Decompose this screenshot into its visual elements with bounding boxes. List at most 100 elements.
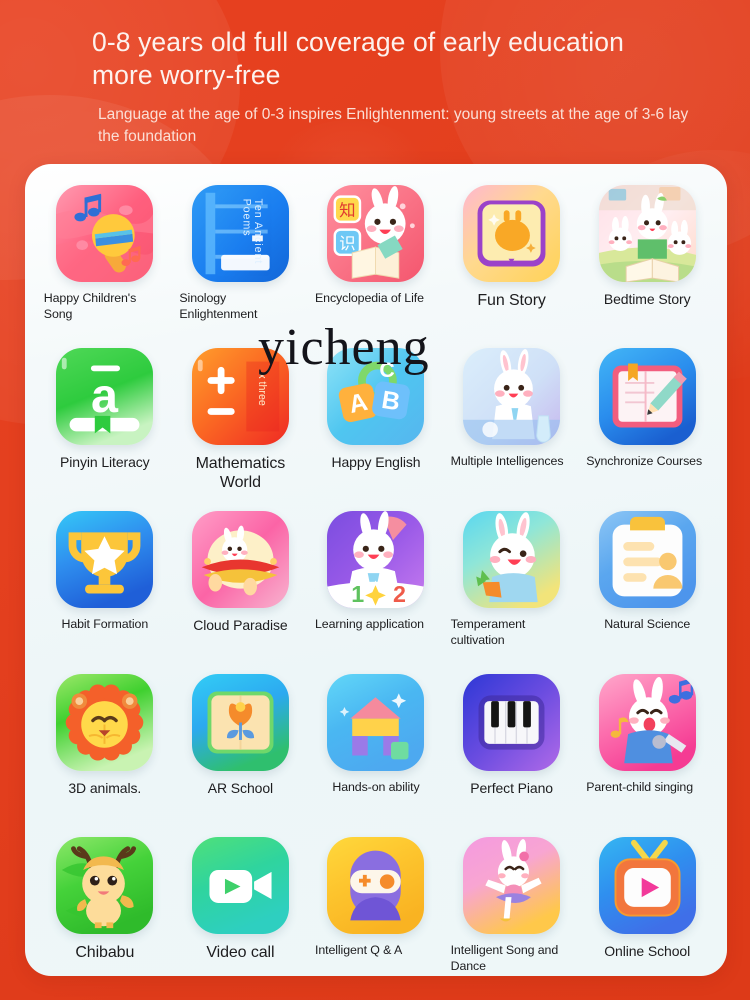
rabbit-scientist-icon[interactable] (463, 348, 561, 445)
app-label: Natural Science (604, 617, 691, 631)
svg-text:a: a (91, 369, 119, 423)
app-icon-wrap[interactable] (463, 185, 561, 282)
app-tile[interactable]: Fun Story (444, 178, 580, 341)
app-icon-wrap[interactable] (598, 185, 696, 282)
piano-keys-icon[interactable] (463, 674, 561, 771)
microphone-music-icon[interactable] (56, 185, 154, 282)
app-icon-wrap[interactable] (463, 511, 561, 608)
app-icon-wrap[interactable] (56, 511, 154, 608)
app-icon-wrap[interactable] (327, 674, 425, 771)
building-blocks-house-icon[interactable] (327, 674, 425, 771)
app-tile[interactable]: Perfect Piano (444, 667, 580, 830)
app-tile[interactable]: 知 识 Encyclopedia of Life (308, 178, 444, 341)
app-icon-wrap[interactable] (598, 674, 696, 771)
app-tile[interactable]: Intelligent Song and Dance (444, 830, 580, 993)
app-icon-wrap[interactable] (598, 511, 696, 608)
trophy-star-icon[interactable] (56, 511, 154, 608)
app-grid-card: Happy Children's Song Ten Ancient Poems S… (25, 164, 727, 976)
abc-blocks-icon[interactable]: A B C (327, 348, 425, 445)
app-icon-wrap[interactable] (463, 674, 561, 771)
app-tile[interactable]: 3D animals. (37, 667, 173, 830)
app-label: 3D animals. (68, 780, 142, 796)
app-grid: Happy Children's Song Ten Ancient Poems S… (37, 178, 715, 993)
rabbit-ballet-icon[interactable] (463, 837, 561, 934)
app-tile[interactable]: Temperament cultivation (444, 504, 580, 667)
app-icon-wrap[interactable]: 1 2 (327, 511, 425, 608)
app-tile[interactable]: Parent-child singing (579, 667, 715, 830)
app-tile[interactable]: Online School (579, 830, 715, 993)
pinyin-a-icon[interactable]: a (56, 348, 154, 445)
app-label: Bedtime Story (603, 291, 691, 307)
app-icon-wrap[interactable] (56, 185, 154, 282)
svg-text:C: C (380, 358, 395, 382)
rabbit-family-reading-icon[interactable] (598, 185, 696, 282)
app-label: Hands-on ability (332, 780, 420, 794)
svg-text:x three: x three (256, 373, 268, 406)
app-tile[interactable]: Bedtime Story (579, 178, 715, 341)
rabbit-singing-icon[interactable] (598, 674, 696, 771)
app-icon-wrap[interactable] (191, 511, 289, 608)
app-icon-wrap[interactable] (191, 674, 289, 771)
svg-text:1: 1 (352, 581, 365, 607)
app-label: Happy Children's Song (43, 291, 137, 321)
app-icon-wrap[interactable] (191, 837, 289, 934)
app-tile[interactable]: Natural Science (579, 504, 715, 667)
app-tile[interactable]: 1 2 Learning application (308, 504, 444, 667)
app-icon-wrap[interactable]: A B C (327, 348, 425, 445)
lion-face-icon[interactable] (56, 674, 154, 771)
clipboard-profile-icon[interactable] (598, 511, 696, 608)
app-icon-wrap[interactable] (56, 837, 154, 934)
app-icon-wrap[interactable]: a (56, 348, 154, 445)
app-tile[interactable]: x three Mathematics World (173, 341, 309, 504)
app-icon-wrap[interactable] (56, 674, 154, 771)
app-tile[interactable]: Hands-on ability (308, 667, 444, 830)
app-label: Parent-child singing (586, 780, 694, 794)
app-icon-wrap[interactable] (463, 348, 561, 445)
svg-text:Poems: Poems (240, 199, 252, 237)
app-icon-wrap[interactable]: 知 识 (327, 185, 425, 282)
rabbit-ufo-icon[interactable] (191, 511, 289, 608)
svg-text:知: 知 (340, 201, 356, 220)
deer-character-icon[interactable] (56, 837, 154, 934)
rabbit-carrot-icon[interactable] (463, 511, 561, 608)
app-label: AR School (207, 780, 274, 796)
notebook-pencil-icon[interactable] (598, 348, 696, 445)
yellow-bunny-book-icon[interactable] (463, 185, 561, 282)
app-label: Temperament cultivation (450, 617, 526, 647)
app-icon-wrap[interactable] (598, 348, 696, 445)
app-label: Sinology Enlightenment (179, 291, 258, 321)
app-tile[interactable]: Video call (173, 830, 309, 993)
app-tile[interactable]: Intelligent Q & A (308, 830, 444, 993)
rabbit-open-book-icon[interactable]: 知 识 (327, 185, 425, 282)
app-tile[interactable]: Ten Ancient Poems Sinology Enlightenment (173, 178, 309, 341)
app-tile[interactable]: Chibabu (37, 830, 173, 993)
app-label: Chibabu (75, 944, 135, 961)
app-icon-wrap[interactable]: x three (191, 348, 289, 445)
app-label: Intelligent Q & A (314, 943, 403, 957)
app-tile[interactable]: AR School (173, 667, 309, 830)
app-label: Mathematics World (195, 455, 286, 491)
flower-book-icon[interactable] (191, 674, 289, 771)
app-tile[interactable]: Habit Formation (37, 504, 173, 667)
app-tile[interactable]: Cloud Paradise (173, 504, 309, 667)
blue-book-icon[interactable]: Ten Ancient Poems (191, 185, 289, 282)
app-label: Fun Story (477, 292, 546, 309)
app-tile[interactable]: Multiple Intelligences (444, 341, 580, 504)
tv-play-icon[interactable] (598, 837, 696, 934)
app-tile[interactable]: Happy Children's Song (37, 178, 173, 341)
app-tile[interactable]: a Pinyin Literacy (37, 341, 173, 504)
app-tile[interactable]: Synchronize Courses (579, 341, 715, 504)
app-icon-wrap[interactable] (327, 837, 425, 934)
video-camera-icon[interactable] (191, 837, 289, 934)
page-subtitle: Language at the age of 0-3 inspires Enli… (98, 106, 689, 145)
ninja-goggles-icon[interactable] (327, 837, 425, 934)
app-icon-wrap[interactable] (598, 837, 696, 934)
plus-minus-icon[interactable]: x three (191, 348, 289, 445)
page-title: 0-8 years old full coverage of early edu… (92, 27, 624, 90)
app-label: Intelligent Song and Dance (450, 943, 559, 973)
app-tile[interactable]: A B C Happy English (308, 341, 444, 504)
app-icon-wrap[interactable] (463, 837, 561, 934)
rabbit-numbers-icon[interactable]: 1 2 (327, 511, 425, 608)
app-icon-wrap[interactable]: Ten Ancient Poems (191, 185, 289, 282)
app-label: Pinyin Literacy (60, 454, 150, 470)
